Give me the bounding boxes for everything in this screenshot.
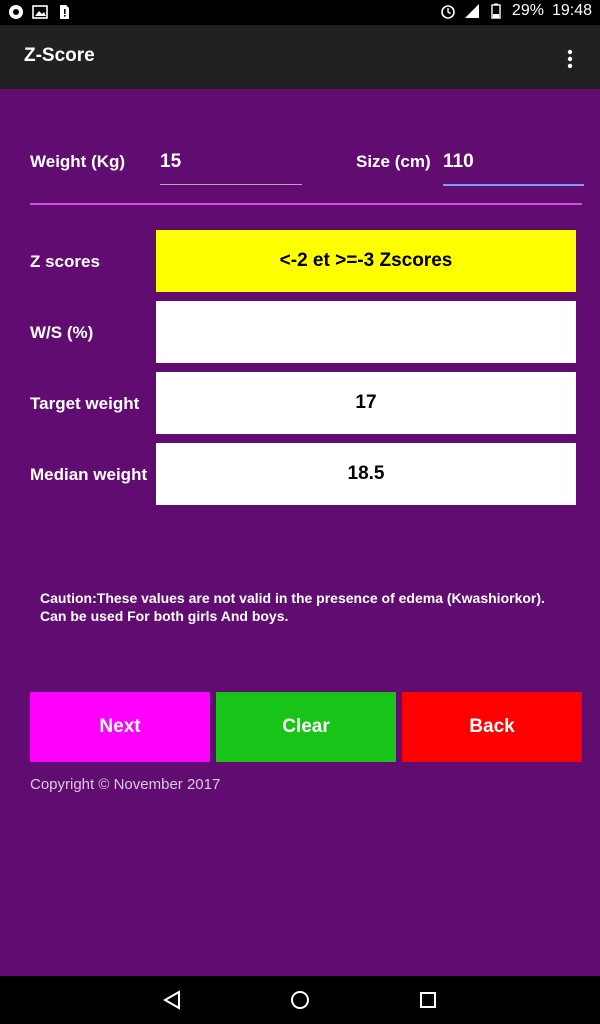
target-weight-value: 17: [156, 372, 576, 434]
alarm-icon: [441, 5, 455, 19]
size-underline: [443, 184, 584, 186]
target-weight-label: Target weight: [30, 394, 140, 413]
result-row-median-weight: Median weight 18.5: [30, 443, 576, 505]
weight-label: Weight (Kg): [30, 152, 126, 171]
image-icon: [32, 5, 48, 19]
ws-label: W/S (%): [30, 323, 94, 342]
result-row-target-weight: Target weight 17: [30, 372, 576, 434]
zscore-label: Z scores: [30, 252, 100, 271]
inputs-row: Weight (Kg) Size (cm): [30, 144, 585, 189]
weight-underline: [160, 184, 302, 185]
status-right-icons: 29% 19:48: [440, 2, 592, 20]
clear-button[interactable]: Clear: [216, 692, 396, 762]
record-icon: [9, 5, 23, 19]
caution-line-2: Can be used For both girls And boys.: [40, 608, 289, 624]
result-row-ws: W/S (%): [30, 301, 576, 363]
back-triangle-icon[interactable]: [160, 988, 184, 1012]
median-weight-label: Median weight: [30, 465, 148, 484]
battery-icon: [491, 3, 501, 19]
more-vertical-icon[interactable]: [560, 47, 580, 71]
ws-value: [156, 301, 576, 363]
median-weight-value: 18.5: [156, 443, 576, 505]
recents-square-icon[interactable]: [416, 988, 440, 1012]
home-circle-icon[interactable]: [288, 988, 312, 1012]
caution-line-1: Caution:These values are not valid in th…: [40, 590, 545, 606]
status-bar: 29% 19:48: [0, 0, 600, 25]
size-input[interactable]: [443, 144, 583, 180]
sim-alert-icon: [60, 5, 69, 19]
status-left-icons: [8, 4, 72, 20]
system-nav-bar: [0, 976, 600, 1024]
main-content: Weight (Kg) Size (cm) Z scores <-2 et >=…: [0, 89, 600, 976]
clock: 19:48: [551, 2, 592, 19]
section-divider: [30, 203, 582, 205]
size-label: Size (cm): [356, 152, 431, 171]
app-toolbar: Z-Score: [0, 25, 600, 89]
caution-text: Caution:These values are not valid in th…: [40, 589, 560, 625]
app-title: Z-Score: [24, 45, 95, 66]
result-row-zscore: Z scores <-2 et >=-3 Zscores: [30, 230, 576, 292]
weight-input[interactable]: [160, 144, 300, 180]
zscore-value: <-2 et >=-3 Zscores: [156, 230, 576, 292]
battery-percent: 29%: [511, 2, 544, 19]
signal-icon: [464, 4, 479, 18]
next-button[interactable]: Next: [30, 692, 210, 762]
back-button[interactable]: Back: [402, 692, 582, 762]
copyright-text: Copyright © November 2017: [30, 776, 221, 793]
